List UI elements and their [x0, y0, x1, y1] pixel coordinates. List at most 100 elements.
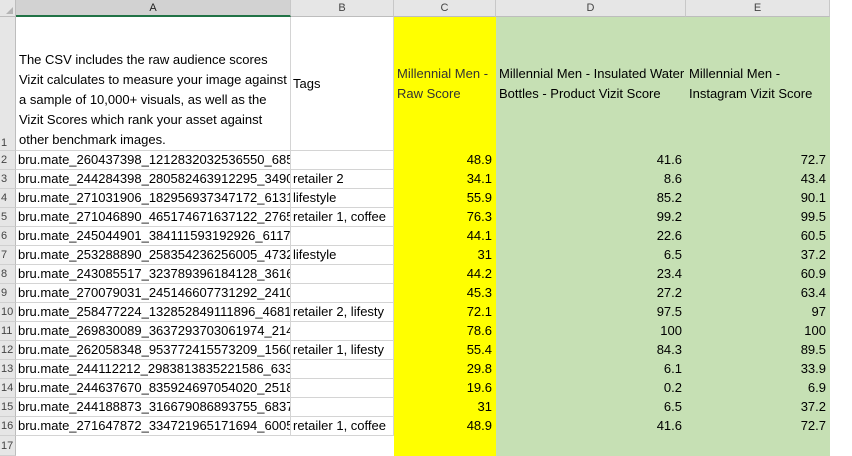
select-all-button[interactable] [0, 0, 16, 17]
filename-cell[interactable]: bru.mate_244112212_2983813835221586_6337… [16, 360, 291, 379]
product-score-cell[interactable]: 6.5 [496, 398, 686, 417]
product-score-cell[interactable]: 8.6 [496, 170, 686, 189]
filename-cell[interactable]: bru.mate_253288890_258354236256005_4732 [16, 246, 291, 265]
raw-score-cell[interactable]: 44.1 [394, 227, 496, 246]
tags-cell[interactable] [291, 398, 394, 417]
raw-score-cell[interactable]: 55.9 [394, 189, 496, 208]
raw-score-cell[interactable]: 72.1 [394, 303, 496, 322]
row-header[interactable]: 3 [0, 170, 16, 189]
row-header[interactable]: 9 [0, 284, 16, 303]
product-score-cell[interactable]: 41.6 [496, 151, 686, 170]
filename-cell[interactable]: bru.mate_245044901_384111593192926_61175… [16, 227, 291, 246]
filename-cell[interactable]: bru.mate_244637670_835924697054020_25186… [16, 379, 291, 398]
product-score-cell[interactable]: 0.2 [496, 379, 686, 398]
column-header-c[interactable]: C [394, 0, 496, 17]
product-score-cell[interactable]: 99.2 [496, 208, 686, 227]
tags-cell[interactable]: retailer 1, coffee [291, 417, 394, 436]
raw-score-cell[interactable]: 19.6 [394, 379, 496, 398]
instagram-score-header-cell[interactable]: Millennial Men - Instagram Vizit Score [686, 17, 830, 151]
product-score-cell[interactable]: 23.4 [496, 265, 686, 284]
raw-score-cell[interactable]: 55.4 [394, 341, 496, 360]
instagram-score-cell[interactable]: 63.4 [686, 284, 830, 303]
instagram-score-cell[interactable]: 37.2 [686, 246, 830, 265]
instagram-score-cell[interactable]: 33.9 [686, 360, 830, 379]
instagram-score-cell[interactable]: 99.5 [686, 208, 830, 227]
filename-cell[interactable]: bru.mate_271647872_334721965171694_6005 [16, 417, 291, 436]
tags-cell[interactable]: retailer 1, coffee [291, 208, 394, 227]
row-header[interactable]: 16 [0, 417, 16, 436]
tags-cell[interactable] [291, 227, 394, 246]
tags-cell[interactable] [291, 360, 394, 379]
column-header-b[interactable]: B [291, 0, 394, 17]
row-header[interactable]: 14 [0, 379, 16, 398]
product-score-cell-empty[interactable] [496, 436, 686, 456]
product-score-cell[interactable]: 84.3 [496, 341, 686, 360]
column-header-d[interactable]: D [496, 0, 686, 17]
instagram-score-cell[interactable]: 72.7 [686, 417, 830, 436]
tags-header-cell[interactable]: Tags [291, 17, 394, 151]
column-header-e[interactable]: E [686, 0, 830, 17]
row-header[interactable]: 7 [0, 246, 16, 265]
raw-score-cell[interactable]: 76.3 [394, 208, 496, 227]
tags-cell[interactable] [291, 284, 394, 303]
row-header[interactable]: 4 [0, 189, 16, 208]
row-header[interactable]: 2 [0, 151, 16, 170]
product-score-cell[interactable]: 22.6 [496, 227, 686, 246]
row-header[interactable]: 8 [0, 265, 16, 284]
tags-cell[interactable]: retailer 2 [291, 170, 394, 189]
instagram-score-cell[interactable]: 60.9 [686, 265, 830, 284]
product-score-cell[interactable]: 6.1 [496, 360, 686, 379]
tags-cell[interactable] [291, 151, 394, 170]
row-header[interactable]: 12 [0, 341, 16, 360]
row-header-17[interactable]: 17 [0, 436, 16, 456]
filename-cell[interactable]: bru.mate_244188873_316679086893755_68377… [16, 398, 291, 417]
instagram-score-cell[interactable]: 97 [686, 303, 830, 322]
product-score-cell[interactable]: 97.5 [496, 303, 686, 322]
description-cell[interactable]: The CSV includes the raw audience scores… [16, 17, 291, 151]
filename-cell[interactable]: bru.mate_271046890_465174671637122_2765 [16, 208, 291, 227]
tags-cell[interactable]: retailer 1, lifesty [291, 341, 394, 360]
row-header[interactable]: 15 [0, 398, 16, 417]
raw-score-cell[interactable]: 48.9 [394, 417, 496, 436]
product-score-cell[interactable]: 41.6 [496, 417, 686, 436]
raw-score-header-cell[interactable]: Millennial Men - Raw Score [394, 17, 496, 151]
filename-cell[interactable]: bru.mate_269830089_3637293703061974_2140… [16, 322, 291, 341]
raw-score-cell[interactable]: 44.2 [394, 265, 496, 284]
product-score-cell[interactable]: 27.2 [496, 284, 686, 303]
filename-cell[interactable]: bru.mate_243085517_323789396184128_36160… [16, 265, 291, 284]
row-header[interactable]: 10 [0, 303, 16, 322]
filename-cell[interactable]: bru.mate_260437398_1212832032536550_6851… [16, 151, 291, 170]
product-score-cell[interactable]: 6.5 [496, 246, 686, 265]
raw-score-cell[interactable]: 29.8 [394, 360, 496, 379]
instagram-score-cell[interactable]: 72.7 [686, 151, 830, 170]
raw-score-cell[interactable]: 78.6 [394, 322, 496, 341]
row-header[interactable]: 6 [0, 227, 16, 246]
tags-cell[interactable]: lifestyle [291, 246, 394, 265]
filename-cell[interactable]: bru.mate_258477224_132852849111896_4681 [16, 303, 291, 322]
filename-cell[interactable]: bru.mate_262058348_953772415573209_1560 [16, 341, 291, 360]
tags-cell[interactable] [291, 322, 394, 341]
row-header-1[interactable]: 1 [0, 17, 16, 151]
tags-cell[interactable] [291, 265, 394, 284]
column-header-a[interactable]: A [16, 0, 291, 17]
tags-cell[interactable] [291, 379, 394, 398]
product-score-cell[interactable]: 100 [496, 322, 686, 341]
product-score-cell[interactable]: 85.2 [496, 189, 686, 208]
filename-cell[interactable]: bru.mate_270079031_245146607731292_24107… [16, 284, 291, 303]
row-header[interactable]: 13 [0, 360, 16, 379]
raw-score-cell[interactable]: 48.9 [394, 151, 496, 170]
spreadsheet-grid[interactable]: A B C D E 1 The CSV includes the raw aud… [0, 0, 852, 456]
raw-score-cell[interactable]: 31 [394, 246, 496, 265]
tags-cell[interactable]: lifestyle [291, 189, 394, 208]
instagram-score-cell[interactable]: 89.5 [686, 341, 830, 360]
row-header[interactable]: 11 [0, 322, 16, 341]
instagram-score-cell[interactable]: 90.1 [686, 189, 830, 208]
instagram-score-cell[interactable]: 43.4 [686, 170, 830, 189]
raw-score-cell[interactable]: 31 [394, 398, 496, 417]
row-header[interactable]: 5 [0, 208, 16, 227]
tags-cell[interactable]: retailer 2, lifesty [291, 303, 394, 322]
filename-cell[interactable]: bru.mate_244284398_280582463912295_3490 [16, 170, 291, 189]
instagram-score-cell-empty[interactable] [686, 436, 830, 456]
raw-score-cell[interactable]: 45.3 [394, 284, 496, 303]
filename-cell[interactable]: bru.mate_271031906_182956937347172_6131 [16, 189, 291, 208]
